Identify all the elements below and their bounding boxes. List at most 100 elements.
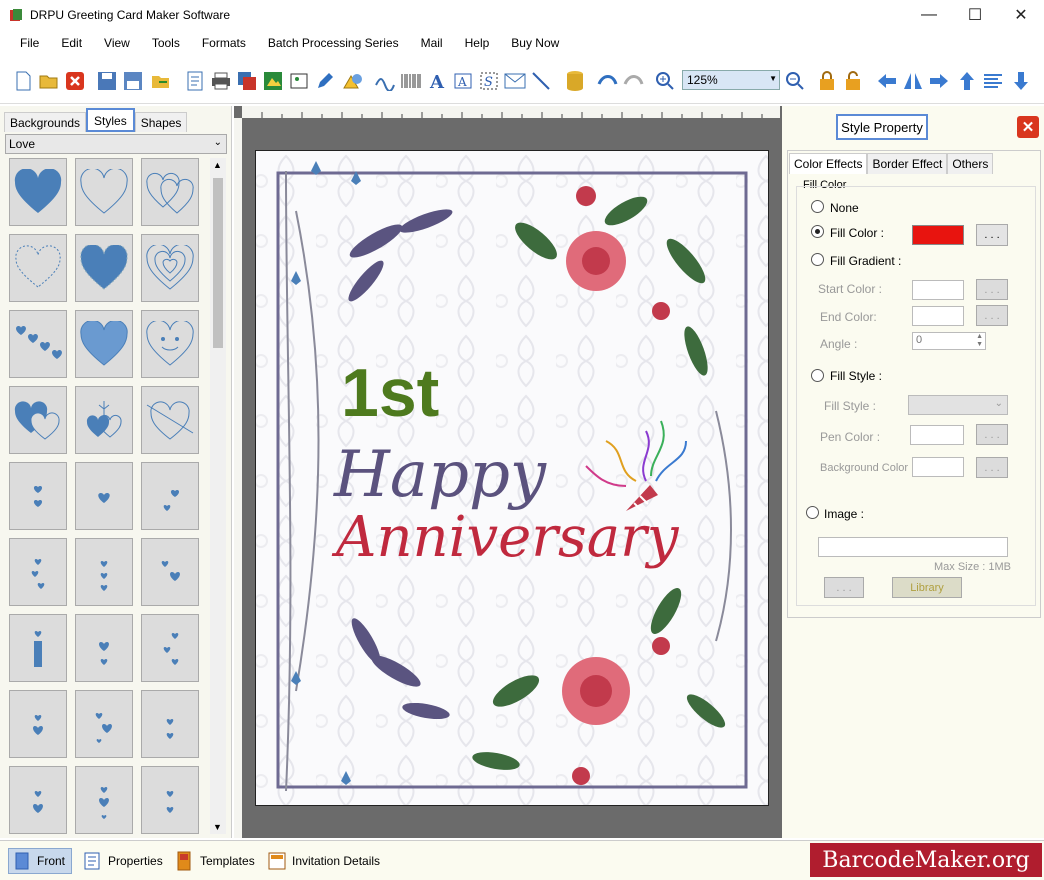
pen-color-swatch[interactable] [910, 425, 964, 445]
export-icon[interactable] [150, 70, 172, 92]
style-small-hearts-5[interactable] [75, 538, 133, 606]
text-box-icon[interactable]: A [452, 70, 474, 92]
menu-mail[interactable]: Mail [421, 36, 443, 50]
line-icon[interactable] [530, 70, 552, 92]
text-icon[interactable]: A [426, 70, 448, 92]
style-small-hearts-14[interactable] [75, 766, 133, 834]
align-icon[interactable] [982, 70, 1004, 92]
category-select[interactable]: Love ⌄ [5, 134, 227, 154]
scroll-thumb[interactable] [213, 178, 223, 348]
style-double-heart[interactable] [141, 158, 199, 226]
radio-image[interactable] [806, 506, 819, 519]
style-heart-chain[interactable] [9, 310, 67, 378]
maximize-button[interactable]: ☐ [952, 0, 998, 30]
fill-style-select[interactable]: ⌄ [908, 395, 1008, 415]
scroll-up-icon[interactable]: ▲ [213, 160, 222, 170]
new-icon[interactable] [12, 70, 34, 92]
zoom-out-icon[interactable] [784, 70, 806, 92]
style-small-hearts-13[interactable] [9, 766, 67, 834]
style-heart-outline[interactable] [75, 158, 133, 226]
background-color-browse-button[interactable]: . . . [976, 457, 1008, 478]
end-color-swatch[interactable] [912, 306, 964, 326]
style-heart-filled[interactable] [9, 158, 67, 226]
card-line-happy[interactable]: Happy [333, 438, 547, 512]
card-line-1st[interactable]: 1st [341, 355, 439, 431]
templates-button[interactable]: Templates [176, 848, 255, 874]
style-heart-stitched[interactable] [75, 234, 133, 302]
redo-icon[interactable] [622, 70, 644, 92]
front-button[interactable]: Front [8, 848, 72, 874]
barcode-icon[interactable] [400, 70, 422, 92]
close-panel-button[interactable]: ✕ [1017, 116, 1039, 138]
insert-picture-icon[interactable] [288, 70, 310, 92]
background-color-swatch[interactable] [912, 457, 964, 477]
style-heart-arrow[interactable] [141, 386, 199, 454]
wordart-icon[interactable] [374, 70, 396, 92]
tab-border-effect[interactable]: Border Effect [867, 153, 948, 174]
end-color-browse-button[interactable]: . . . [976, 305, 1008, 326]
fill-color-swatch[interactable] [912, 225, 964, 245]
menu-help[interactable]: Help [465, 36, 490, 50]
start-color-browse-button[interactable]: . . . [976, 279, 1008, 300]
image-path-field[interactable] [818, 537, 1008, 557]
style-small-hearts-9[interactable] [141, 614, 199, 682]
invitation-details-button[interactable]: Invitation Details [268, 848, 380, 874]
save-icon[interactable] [96, 70, 118, 92]
scroll-down-icon[interactable]: ▼ [213, 822, 222, 832]
radio-fill-color[interactable] [811, 225, 824, 238]
radio-fill-style[interactable] [811, 369, 824, 382]
shapes-icon[interactable] [342, 70, 364, 92]
arrow-left-icon[interactable] [876, 70, 898, 92]
menu-file[interactable]: File [20, 36, 39, 50]
fill-color-browse-button[interactable]: . . . [976, 224, 1008, 246]
save-as-icon[interactable] [122, 70, 144, 92]
properties-button[interactable]: Properties [84, 848, 163, 874]
mail-icon[interactable] [504, 70, 526, 92]
style-small-hearts-8[interactable] [75, 614, 133, 682]
style-small-hearts-6[interactable] [141, 538, 199, 606]
signature-icon[interactable]: S [478, 70, 500, 92]
radio-none[interactable] [811, 200, 824, 213]
tab-shapes[interactable]: Shapes [134, 112, 188, 132]
library-button[interactable]: Library [892, 577, 962, 598]
start-color-swatch[interactable] [912, 280, 964, 300]
menu-buy-now[interactable]: Buy Now [511, 36, 559, 50]
style-small-hearts-3[interactable] [141, 462, 199, 530]
close-icon[interactable] [64, 70, 86, 92]
style-small-hearts-12[interactable] [141, 690, 199, 758]
zoom-select[interactable]: 125% ▼ [682, 70, 780, 90]
style-heart-smiley[interactable] [141, 310, 199, 378]
card-line-anniversary[interactable]: Anniversary [331, 505, 680, 570]
style-small-hearts-11[interactable] [75, 690, 133, 758]
open-icon[interactable] [38, 70, 60, 92]
style-small-hearts-15[interactable] [141, 766, 199, 834]
menu-edit[interactable]: Edit [61, 36, 82, 50]
style-small-hearts-10[interactable] [9, 690, 67, 758]
greeting-card[interactable]: 1st Happy Anniversary [255, 150, 769, 806]
image-browse-button[interactable]: . . . [824, 577, 864, 598]
flip-icon[interactable] [902, 70, 924, 92]
tab-color-effects[interactable]: Color Effects [789, 153, 868, 174]
angle-stepper[interactable]: 0 ▲ ▼ [912, 332, 986, 350]
styles-scrollbar[interactable]: ▲ ▼ [210, 158, 226, 834]
image-icon[interactable] [262, 70, 284, 92]
style-hearts-bow[interactable] [75, 386, 133, 454]
style-heart-checkered[interactable] [75, 310, 133, 378]
stepper-arrows-icon[interactable]: ▲ ▼ [976, 333, 983, 349]
menu-view[interactable]: View [104, 36, 130, 50]
pen-icon[interactable] [314, 70, 336, 92]
style-hearts-pair[interactable] [9, 386, 67, 454]
close-window-button[interactable]: ✕ [998, 0, 1044, 30]
unlock-icon[interactable] [842, 70, 864, 92]
undo-icon[interactable] [596, 70, 618, 92]
database-icon[interactable] [564, 70, 586, 92]
style-small-hearts-7[interactable] [9, 614, 67, 682]
arrow-right-icon[interactable] [928, 70, 950, 92]
arrow-up-icon[interactable] [956, 70, 978, 92]
minimize-button[interactable]: — [906, 0, 952, 30]
menu-batch-processing[interactable]: Batch Processing Series [268, 36, 399, 50]
style-heart-lines[interactable] [141, 234, 199, 302]
style-small-hearts-2[interactable] [75, 462, 133, 530]
pen-color-browse-button[interactable]: . . . [976, 424, 1008, 445]
zoom-in-icon[interactable] [654, 70, 676, 92]
